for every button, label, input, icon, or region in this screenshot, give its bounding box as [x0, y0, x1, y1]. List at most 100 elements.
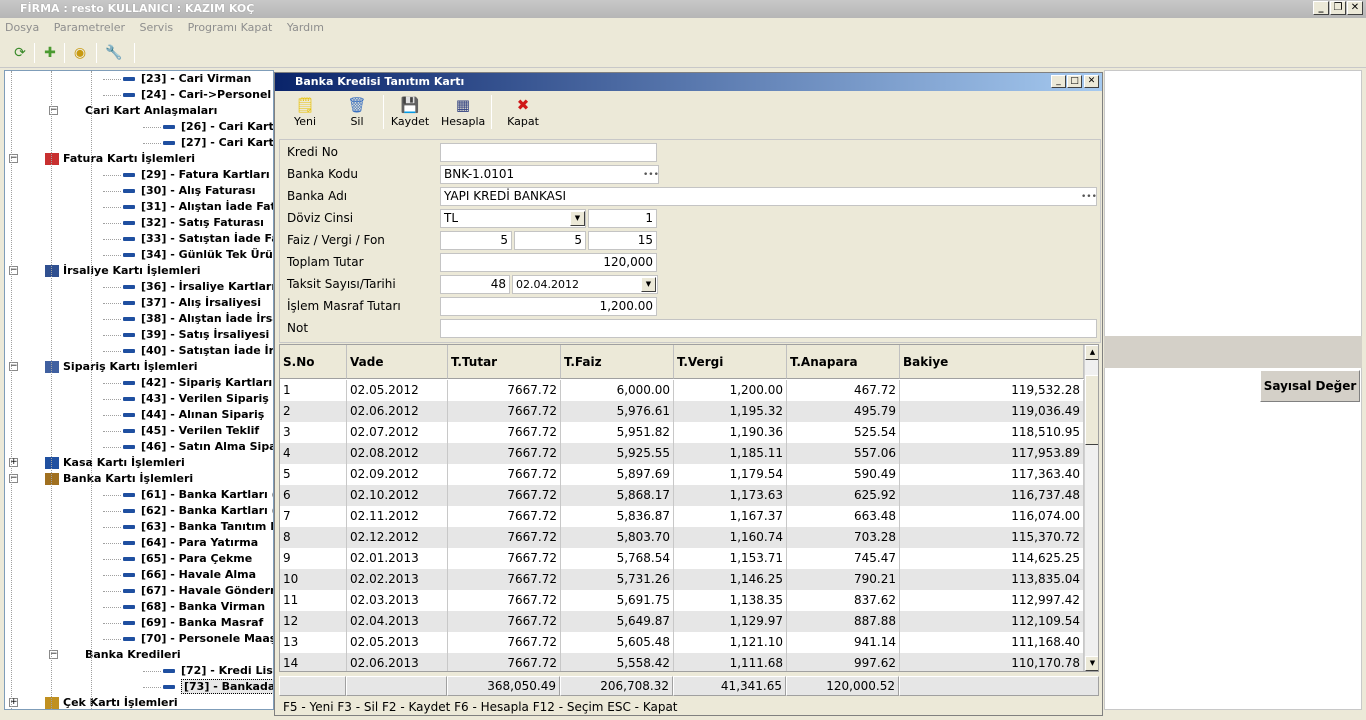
scroll-thumb[interactable] — [1085, 375, 1098, 445]
tree-group[interactable]: Çek Kartı İşlemleri — [45, 695, 178, 709]
tree-leaf[interactable]: [62] - Banka Kartları (L — [123, 503, 273, 519]
fon-field[interactable]: 15 — [588, 231, 657, 250]
grid-header-ttutar[interactable]: T.Tutar — [448, 345, 561, 379]
taksit-tarihi-field[interactable]: 02.04.2012 — [512, 275, 658, 294]
banka-kodu-field[interactable]: BNK-1.0101 — [440, 165, 659, 184]
wrench-icon[interactable]: 🔧 — [104, 43, 124, 63]
tree-leaf[interactable]: [73] - Bankadan — [163, 679, 273, 695]
table-row[interactable]: 6 02.10.2012 7667.72 5,868.17 1,173.63 625.92… — [280, 485, 1084, 506]
tree-leaf[interactable]: [26] - Cari Kart A — [163, 119, 273, 135]
tree-leaf[interactable]: [45] - Verilen Teklif — [123, 423, 259, 439]
grid-header-vade[interactable]: Vade — [347, 345, 448, 379]
tree-leaf[interactable]: [24] - Cari->Personel V — [123, 87, 273, 103]
table-row[interactable]: 5 02.09.2012 7667.72 5,897.69 1,179.54 590.49… — [280, 464, 1084, 485]
tree-leaf[interactable]: [34] - Günlük Tek Ürün — [123, 247, 273, 263]
table-row[interactable]: 1 02.05.2012 7667.72 6,000.00 1,200.00 467.72… — [280, 380, 1084, 401]
coins-icon[interactable]: ◉ — [70, 43, 90, 63]
tree-leaf[interactable]: [31] - Alıştan İade Fatu — [123, 199, 273, 215]
table-row[interactable]: 10 02.02.2013 7667.72 5,731.26 1,146.25 790.2… — [280, 569, 1084, 590]
add-icon[interactable]: ✚ — [40, 43, 60, 63]
menu-parametreler[interactable]: Parametreler — [54, 21, 125, 34]
tree-leaf[interactable]: [61] - Banka Kartları (L — [123, 487, 273, 503]
table-row[interactable]: 2 02.06.2012 7667.72 5,976.61 1,195.32 495.79… — [280, 401, 1084, 422]
kapat-button[interactable]: ✖ Kapat — [503, 93, 543, 131]
sil-button[interactable]: 🗑 Sil — [337, 93, 377, 131]
tree-leaf[interactable]: [64] - Para Yatırma — [123, 535, 258, 551]
tree-leaf[interactable]: [43] - Verilen Sipariş — [123, 391, 269, 407]
tree-group[interactable]: Sipariş Kartı İşlemleri — [45, 359, 198, 375]
table-row[interactable]: 8 02.12.2012 7667.72 5,803.70 1,160.74 703.28… — [280, 527, 1084, 548]
taksit-tarihi-dropdown-button[interactable]: ▼ — [641, 277, 656, 292]
tree-leaf[interactable]: [23] - Cari Virman — [123, 71, 251, 87]
tree-group[interactable]: Kasa Kartı İşlemleri — [45, 455, 185, 471]
menu-dosya[interactable]: Dosya — [5, 21, 39, 34]
banka-adi-field[interactable]: YAPI KREDİ BANKASI — [440, 187, 1097, 206]
tree-leaf[interactable]: [27] - Cari Kart A — [163, 135, 273, 151]
table-row[interactable]: 14 02.06.2013 7667.72 5,558.42 1,111.68 997.6… — [280, 653, 1084, 671]
not-field[interactable] — [440, 319, 1097, 338]
doviz-cinsi-select[interactable]: TL — [440, 209, 586, 228]
tree-leaf[interactable]: [29] - Fatura Kartları Li — [123, 167, 273, 183]
grid-header-bakiye[interactable]: Bakiye — [900, 345, 1084, 379]
table-row[interactable]: 11 02.03.2013 7667.72 5,691.75 1,138.35 837.6… — [280, 590, 1084, 611]
doviz-dropdown-button[interactable]: ▼ — [570, 211, 585, 226]
hesapla-button[interactable]: ▦ Hesapla — [441, 93, 485, 131]
grid-header-tanapara[interactable]: T.Anapara — [787, 345, 900, 379]
tree-leaf[interactable]: [37] - Alış İrsaliyesi — [123, 295, 261, 311]
menu-servis[interactable]: Servis — [140, 21, 174, 34]
dialog-close-button[interactable]: ✕ — [1084, 75, 1099, 88]
tree-leaf[interactable]: [44] - Alınan Sipariş — [123, 407, 264, 423]
grid-header-tvergi[interactable]: T.Vergi — [674, 345, 787, 379]
tree-leaf[interactable]: [65] - Para Çekme — [123, 551, 252, 567]
table-row[interactable]: 3 02.07.2012 7667.72 5,951.82 1,190.36 525.54… — [280, 422, 1084, 443]
tree-leaf[interactable]: [42] - Sipariş Kartları Li — [123, 375, 273, 391]
tree-leaf[interactable]: [72] - Kredi Liste — [163, 663, 273, 679]
scroll-up-button[interactable]: ▲ — [1085, 345, 1098, 360]
kredi-no-field[interactable] — [440, 143, 657, 162]
tree-leaf[interactable]: [40] - Satıştan İade İrs — [123, 343, 273, 359]
kaydet-button[interactable]: 💾 Kaydet — [389, 93, 431, 131]
toplam-tutar-field[interactable]: 120,000 — [440, 253, 657, 272]
banka-adi-lookup-button[interactable]: ••• — [1081, 190, 1097, 204]
tree-leaf[interactable]: [69] - Banka Masraf — [123, 615, 263, 631]
tree-group[interactable]: İrsaliye Kartı İşlemleri — [45, 263, 200, 279]
vergi-field[interactable]: 5 — [514, 231, 586, 250]
table-row[interactable]: 7 02.11.2012 7667.72 5,836.87 1,167.37 663.48… — [280, 506, 1084, 527]
kur-field[interactable]: 1 — [588, 209, 657, 228]
table-row[interactable]: 9 02.01.2013 7667.72 5,768.54 1,153.71 745.47… — [280, 548, 1084, 569]
tree-leaf[interactable]: [68] - Banka Virman — [123, 599, 265, 615]
tree-leaf[interactable]: [70] - Personele Maaş ( — [123, 631, 273, 647]
tree-group[interactable]: Banka Kartı İşlemleri — [45, 471, 193, 487]
menu-yardim[interactable]: Yardım — [287, 21, 324, 34]
tree-group[interactable]: Cari Kart Anlaşmaları — [85, 103, 217, 119]
table-row[interactable]: 12 02.04.2013 7667.72 5,649.87 1,129.97 887.8… — [280, 611, 1084, 632]
refresh-icon[interactable]: ⟳ — [10, 43, 30, 63]
tree-leaf[interactable]: [36] - İrsaliye Kartları L — [123, 279, 273, 295]
app-close-button[interactable]: ✕ — [1347, 1, 1363, 15]
minimize-button[interactable]: _ — [1313, 1, 1329, 15]
tree-leaf[interactable]: [67] - Havale Gönderm — [123, 583, 273, 599]
restore-button[interactable]: ❐ — [1330, 1, 1346, 15]
dialog-maximize-button[interactable]: □ — [1067, 75, 1082, 88]
taksit-sayisi-field[interactable]: 48 — [440, 275, 510, 294]
tree-leaf[interactable]: [33] - Satıştan İade Fat — [123, 231, 273, 247]
banka-kodu-lookup-button[interactable]: ••• — [643, 168, 659, 182]
tree-group[interactable]: Banka Kredileri — [85, 647, 181, 663]
table-row[interactable]: 13 02.05.2013 7667.72 5,605.48 1,121.10 941.1… — [280, 632, 1084, 653]
grid-scrollbar[interactable]: ▲ ▼ — [1084, 345, 1098, 671]
grid-header-sno[interactable]: S.No — [280, 345, 347, 379]
grid-header-tfaiz[interactable]: T.Faiz — [561, 345, 674, 379]
faiz-field[interactable]: 5 — [440, 231, 512, 250]
sayisal-deger-header[interactable]: Sayısal Değer — [1260, 370, 1360, 402]
table-row[interactable]: 4 02.08.2012 7667.72 5,925.55 1,185.11 557.06… — [280, 443, 1084, 464]
dialog-minimize-button[interactable]: _ — [1051, 75, 1066, 88]
tree-leaf[interactable]: [46] - Satın Alma Sipar — [123, 439, 273, 455]
tree-leaf[interactable]: [30] - Alış Faturası — [123, 183, 256, 199]
tree-leaf[interactable]: [32] - Satış Faturası — [123, 215, 264, 231]
yeni-button[interactable]: 🗒 Yeni — [285, 93, 325, 131]
tree-leaf[interactable]: [39] - Satış İrsaliyesi — [123, 327, 269, 343]
tree-leaf[interactable]: [63] - Banka Tanıtım Ka — [123, 519, 273, 535]
tree-group[interactable]: Fatura Kartı İşlemleri — [45, 151, 195, 167]
tree-leaf[interactable]: [66] - Havale Alma — [123, 567, 256, 583]
menu-programi-kapat[interactable]: Programı Kapat — [188, 21, 273, 34]
